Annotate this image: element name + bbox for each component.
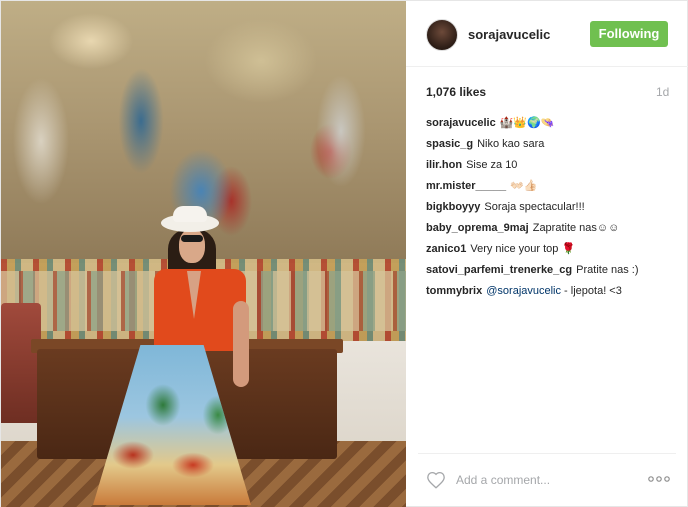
comment-username[interactable]: zanico1 — [426, 243, 466, 255]
comment-item: zanico1 Very nice your top 🌹 — [426, 243, 676, 256]
post-timestamp[interactable]: 1d — [656, 85, 669, 99]
woman-arm — [233, 301, 249, 387]
comment-username[interactable]: spasic_g — [426, 138, 473, 150]
comment-text: Soraja spectacular!!! — [484, 201, 585, 213]
comment-username[interactable]: bigkboyyy — [426, 201, 480, 213]
comment-item: spasic_g Niko kao sara — [426, 138, 676, 151]
more-options-icon[interactable] — [647, 472, 671, 486]
author-username[interactable]: sorajavucelic — [468, 27, 550, 42]
comment-text: Sise za 10 — [466, 159, 518, 171]
comment-text: Very nice your top 🌹 — [470, 243, 576, 255]
author-avatar[interactable] — [426, 19, 458, 51]
comment-username[interactable]: satovi_parfemi_trenerke_cg — [426, 264, 572, 276]
comment-mention[interactable]: @sorajavucelic — [486, 285, 561, 297]
comment-text: 🏰👑🌍👒 — [499, 117, 555, 129]
comment-item: baby_oprema_9maj Zapratite nas☺☺ — [426, 222, 676, 235]
footer-divider — [418, 453, 676, 454]
comment-item: satovi_parfemi_trenerke_cg Pratite nas :) — [426, 264, 676, 277]
comment-username[interactable]: tommybrix — [426, 285, 482, 297]
heart-icon[interactable] — [426, 471, 446, 489]
comment-item: mr.mister_____ 👐🏻👍🏻 — [426, 180, 676, 193]
following-button[interactable]: Following — [590, 21, 668, 47]
comment-username[interactable]: ilir.hon — [426, 159, 462, 171]
comment-username[interactable]: baby_oprema_9maj — [426, 222, 529, 234]
instagram-post-modal: sorajavucelic Following 1,076 likes 1d s… — [0, 0, 688, 507]
comment-text: Pratite nas :) — [576, 264, 639, 276]
comments-list: sorajavucelic 🏰👑🌍👒 spasic_g Niko kao sara … — [426, 117, 676, 306]
comment-text: Zapratite nas☺☺ — [532, 222, 620, 234]
comment-item: tommybrix @sorajavucelic - ljepota! <3 — [426, 285, 676, 298]
comment-text: Niko kao sara — [477, 138, 545, 150]
add-comment-input[interactable]: Add a comment... — [456, 473, 550, 487]
comment-item: bigkboyyy Soraja spectacular!!! — [426, 201, 676, 214]
likes-count[interactable]: 1,076 likes — [426, 85, 486, 99]
post-photo[interactable] — [1, 1, 406, 507]
comment-text: - ljepota! <3 — [561, 285, 622, 297]
comment-username[interactable]: sorajavucelic — [426, 117, 496, 129]
comment-username[interactable]: mr.mister_____ — [426, 180, 506, 192]
comment-item: ilir.hon Sise za 10 — [426, 159, 676, 172]
sunglasses — [181, 235, 203, 242]
white-hat-crown — [173, 206, 207, 222]
chair — [1, 303, 41, 423]
comment-text: 👐🏻👍🏻 — [510, 180, 538, 192]
caption: sorajavucelic 🏰👑🌍👒 — [426, 117, 676, 130]
